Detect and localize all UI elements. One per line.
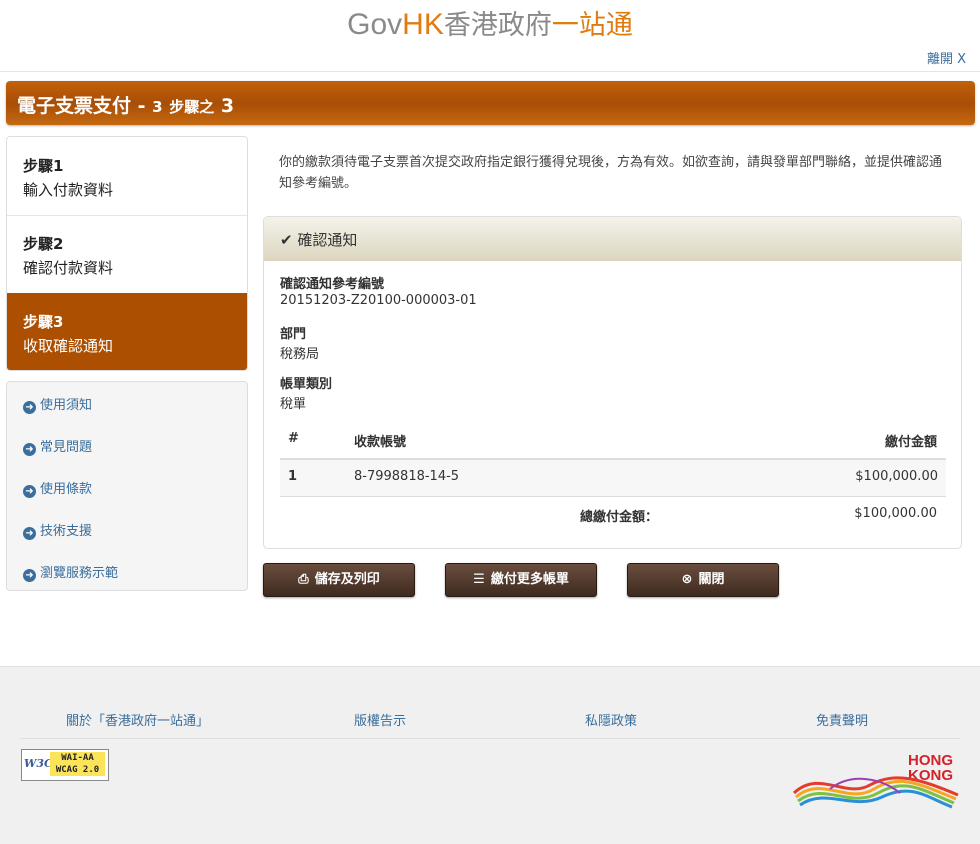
table-header-amount: 繳付金額 (884, 435, 937, 450)
total-value: $100,000.00 (854, 506, 937, 521)
w3c-wcag-badge[interactable]: W3C WAI-AA WCAG 2.0 (21, 749, 109, 781)
ref-value: 20151203-Z20100-000003-01 (280, 293, 477, 308)
page-title-bar: 電子支票支付 - 3 步驟之 3 (6, 81, 975, 125)
help-links-panel: ➜ 使用須知 ➜ 常見問題 ➜ 使用條款 ➜ 技術支援 ➜ 瀏覽服務示範 (6, 381, 248, 591)
link-label: 常見問題 (40, 440, 93, 455)
page-title-step-num: 3 (152, 98, 163, 116)
page-title-step-text: 步驟之 (169, 98, 215, 116)
w3c-text: W3C (24, 757, 53, 770)
step-list: 步驟1 輸入付款資料 步驟2 確認付款資料 步驟3 收取確認通知 (6, 136, 248, 371)
confirmation-panel: ✔ 確認通知 確認通知參考編號 20151203-Z20100-000003-0… (263, 216, 962, 549)
link-label: 使用須知 (40, 398, 93, 413)
table-header-index: # (288, 431, 299, 446)
dept-value: 稅務局 (280, 347, 320, 362)
footer-link-copyright[interactable]: 版權告示 (354, 710, 406, 729)
button-label: 關閉 (698, 572, 725, 587)
table-header-account: 收款帳號 (354, 435, 407, 450)
total-label: 總繳付金額： (580, 510, 659, 525)
table-row: 1 8-7998818-14-5 $100,000.00 (280, 458, 946, 497)
row-index: 1 (288, 469, 298, 484)
check-icon: ✔ (280, 231, 293, 249)
arrow-circle-right-icon: ➜ (23, 527, 36, 540)
leave-link[interactable]: 離開 X (927, 48, 966, 67)
step-item-1: 步驟1 輸入付款資料 (7, 137, 247, 216)
bill-type-label: 帳單類別 (280, 377, 333, 392)
page-title-step-current: 3 (220, 95, 235, 117)
row-amount: $100,000.00 (855, 469, 938, 484)
arrow-circle-right-icon: ➜ (23, 485, 36, 498)
payment-notice: 你的繳款須待電子支票首次提交政府指定銀行獲得兌現後，方為有效。如欲查詢，請與發單… (279, 155, 943, 191)
step-item-3-active: 步驟3 收取確認通知 (7, 293, 247, 370)
govhk-logo[interactable]: GovHK香港政府一站通 (0, 6, 980, 45)
list-icon: ☰ (473, 572, 485, 587)
arrow-circle-right-icon: ➜ (23, 569, 36, 582)
brand-hong-kong-logo: HONG KONG (790, 749, 965, 811)
step-number: 步驟3 (23, 313, 64, 331)
close-circle-icon: ⊗ (681, 572, 693, 587)
header-divider (0, 71, 980, 72)
confirmation-title: ✔ 確認通知 (280, 229, 357, 250)
step-label: 輸入付款資料 (23, 181, 114, 199)
step-item-2: 步驟2 確認付款資料 (7, 215, 247, 293)
link-faq[interactable]: ➜ 常見問題 (23, 436, 92, 456)
confirmation-title-text: 確認通知 (297, 231, 358, 249)
step-label: 收取確認通知 (23, 337, 114, 355)
link-label: 技術支援 (40, 524, 93, 539)
link-terms-and-conditions[interactable]: ➜ 使用條款 (23, 478, 92, 498)
arrow-circle-right-icon: ➜ (23, 443, 36, 456)
link-terms-of-use[interactable]: ➜ 使用須知 (23, 394, 92, 414)
logo-hk-text: HK (402, 8, 444, 41)
page-title: 電子支票支付 - 3 步驟之 3 (17, 91, 234, 118)
button-label: 儲存及列印 (314, 572, 380, 587)
brand-dragon-ribbon-icon (792, 776, 959, 809)
page-title-main: 電子支票支付 - (17, 95, 146, 117)
footer-divider (20, 738, 960, 739)
link-label: 瀏覽服務示範 (40, 566, 119, 581)
confirmation-panel-header: ✔ 確認通知 (264, 217, 961, 261)
link-service-demo[interactable]: ➜ 瀏覽服務示範 (23, 562, 118, 582)
wcag-text: WCAG 2.0 (55, 765, 100, 775)
close-button[interactable]: ⊗ 關閉 (627, 563, 779, 597)
wai-aa-text: WAI-AA (61, 753, 94, 763)
arrow-circle-right-icon: ➜ (23, 401, 36, 414)
footer: 關於「香港政府一站通」 版權告示 私隱政策 免責聲明 W3C WAI-AA WC… (0, 666, 980, 844)
footer-link-privacy[interactable]: 私隱政策 (585, 710, 637, 729)
step-number: 步驟1 (23, 157, 64, 175)
logo-gov-text: Gov (347, 8, 403, 41)
ref-label: 確認通知參考編號 (280, 277, 385, 292)
footer-link-disclaimer[interactable]: 免責聲明 (816, 710, 868, 729)
step-number: 步驟2 (23, 235, 64, 253)
footer-link-about[interactable]: 關於「香港政府一站通」 (66, 710, 209, 729)
link-technical-support[interactable]: ➜ 技術支援 (23, 520, 92, 540)
pay-more-bills-button[interactable]: ☰ 繳付更多帳單 (445, 563, 597, 597)
button-label: 繳付更多帳單 (490, 572, 569, 587)
logo-zh2-text: 一站通 (551, 10, 633, 41)
logo-zh1-text: 香港政府 (443, 10, 552, 41)
wcag-badge-box: WAI-AA WCAG 2.0 (50, 752, 105, 776)
print-icon: ⎙ (298, 572, 309, 587)
row-account: 8-7998818-14-5 (354, 469, 460, 484)
link-label: 使用條款 (40, 482, 93, 497)
dept-label: 部門 (280, 327, 307, 342)
bill-type-value: 稅單 (280, 397, 307, 412)
step-label: 確認付款資料 (23, 259, 114, 277)
save-print-button[interactable]: ⎙ 儲存及列印 (263, 563, 415, 597)
